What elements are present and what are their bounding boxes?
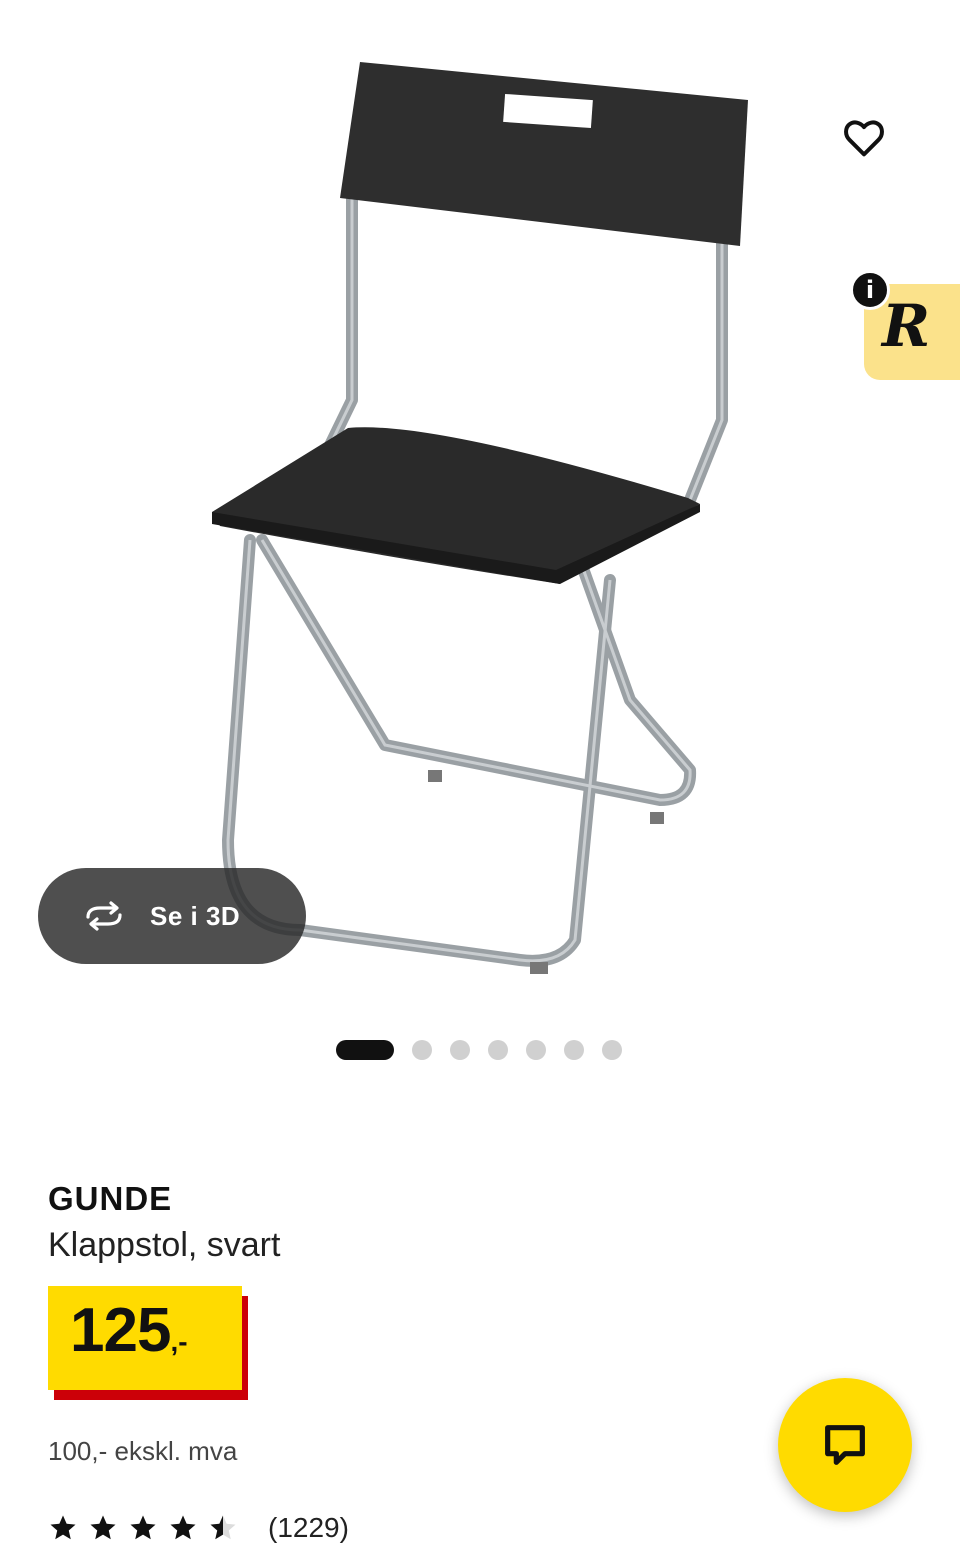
- star-icon: [130, 1515, 156, 1540]
- product-rating[interactable]: (1229): [48, 1512, 349, 1544]
- pagination-dot[interactable]: [450, 1040, 470, 1060]
- star-icon: [210, 1515, 236, 1540]
- star-icon: [50, 1515, 76, 1540]
- price-excluding-vat: 100,- ekskl. mva: [48, 1436, 238, 1466]
- rotate-3d-icon: [86, 901, 122, 931]
- pagination-dot[interactable]: [412, 1040, 432, 1060]
- product-name: GUNDE: [48, 1180, 173, 1217]
- pagination-dot[interactable]: [602, 1040, 622, 1060]
- pagination-dot[interactable]: [526, 1040, 546, 1060]
- pagination-dot-active[interactable]: [336, 1040, 394, 1060]
- product-image: [212, 62, 748, 974]
- price-box: 125 ,-: [48, 1286, 242, 1390]
- product-description: Klappstol, svart: [48, 1226, 281, 1264]
- price-tag: 125 ,-: [48, 1286, 248, 1400]
- view-in-3d-button[interactable]: Se i 3D: [38, 868, 306, 964]
- heart-outline-icon: [844, 120, 884, 157]
- star-icon: [90, 1515, 116, 1540]
- star-icon: [170, 1515, 196, 1540]
- pagination-dot[interactable]: [488, 1040, 508, 1060]
- gallery-pagination: [336, 1040, 640, 1060]
- chat-button[interactable]: [778, 1378, 912, 1512]
- info-icon[interactable]: i: [850, 270, 890, 310]
- pagination-dot[interactable]: [564, 1040, 584, 1060]
- price-suffix: ,-: [170, 1326, 188, 1357]
- rating-stars: [48, 1513, 248, 1543]
- product-image-gallery[interactable]: R i Se i 3D: [0, 0, 960, 1020]
- favorite-button[interactable]: [834, 108, 894, 168]
- review-count[interactable]: (1229): [268, 1512, 349, 1544]
- price-integer: 125: [70, 1296, 171, 1365]
- chat-bubble-icon: [825, 1425, 865, 1465]
- r-badge-label: R: [882, 292, 931, 360]
- view-in-3d-label: Se i 3D: [150, 900, 241, 931]
